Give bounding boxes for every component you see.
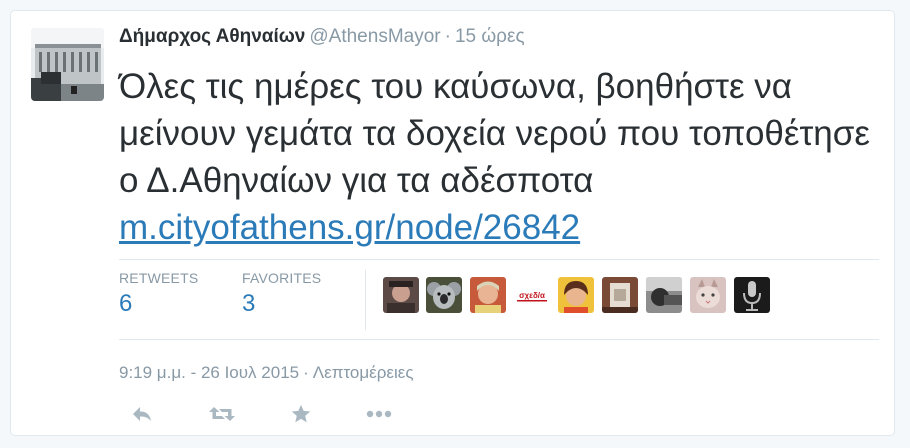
favorites-stat[interactable]: FAVORITES 3	[242, 270, 321, 318]
photo-thumbnail-icon	[602, 277, 638, 313]
sxedia-logo-icon: σχεδ/α	[514, 277, 550, 313]
retweets-count: 6	[119, 290, 133, 317]
favoriter-avatar-7[interactable]	[646, 277, 682, 313]
tweet-body: Όλες τις ημέρες του καύσωνα, βοηθήστε να…	[119, 67, 870, 200]
person-photo-icon	[383, 277, 419, 313]
favorites-label: FAVORITES	[242, 270, 322, 286]
favoriter-avatar-6[interactable]	[602, 277, 638, 313]
favoriter-avatar-5[interactable]	[558, 277, 594, 313]
reply-icon	[133, 407, 151, 421]
tweet-link[interactable]: m.cityofathens.gr/node/26842	[119, 208, 580, 247]
bw-photo-icon	[646, 277, 682, 313]
favoriter-avatar-sxedia[interactable]: σχεδ/α	[514, 277, 550, 313]
favorite-button[interactable]	[286, 399, 316, 429]
tweet-card: Δήμαρχος Αθηναίων @AthensMayor · 15 ώρες Όλ…	[10, 10, 895, 436]
tweet-timestamp: 9:19 μ.μ. - 26 Ιουλ 2015 · Λεπτομέρειες	[119, 363, 414, 383]
tweet-header: Δήμαρχος Αθηναίων @AthensMayor · 15 ώρες	[119, 25, 525, 49]
favoriter-avatar-microphone[interactable]	[734, 277, 770, 313]
retweet-icon	[209, 407, 235, 421]
person-photo-icon	[470, 277, 506, 313]
details-link[interactable]: Λεπτομέρειες	[313, 363, 414, 382]
retweet-button[interactable]	[207, 399, 237, 429]
retweets-stat[interactable]: RETWEETS 6	[119, 270, 198, 318]
relative-time[interactable]: 15 ώρες	[455, 26, 525, 47]
favoriter-avatar-cat[interactable]	[690, 277, 726, 313]
retweets-label: RETWEETS	[119, 270, 199, 286]
microphone-photo-icon	[734, 277, 770, 313]
sxedia-logo-text: σχεδ/α	[519, 291, 545, 300]
favorite-icon	[291, 404, 311, 423]
author-handle[interactable]: @AthensMayor	[309, 26, 440, 47]
stats-divider	[365, 270, 366, 330]
favorites-count: 3	[242, 290, 256, 317]
timestamp-text[interactable]: 9:19 μ.μ. - 26 Ιουλ 2015	[119, 363, 299, 382]
favoriter-avatar-3[interactable]	[470, 277, 506, 313]
header-separator: ·	[444, 26, 451, 47]
reply-button[interactable]	[127, 399, 157, 429]
tweet-text: Όλες τις ημέρες του καύσωνα, βοηθήστε να…	[119, 63, 879, 251]
tweet-stats: RETWEETS 6 FAVORITES 3 σχεδ/α	[119, 259, 879, 340]
author-name[interactable]: Δήμαρχος Αθηναίων	[119, 26, 305, 47]
favoriter-avatar-koala[interactable]	[426, 277, 462, 313]
more-icon	[366, 410, 392, 418]
timestamp-separator: ·	[303, 363, 309, 382]
author-avatar[interactable]	[31, 28, 104, 101]
city-hall-photo-icon	[31, 28, 104, 101]
person-photo-icon	[558, 277, 594, 313]
koala-photo-icon	[426, 277, 462, 313]
more-button[interactable]	[364, 399, 394, 429]
cat-photo-icon	[690, 277, 726, 313]
favoriter-avatar-1[interactable]	[383, 277, 419, 313]
